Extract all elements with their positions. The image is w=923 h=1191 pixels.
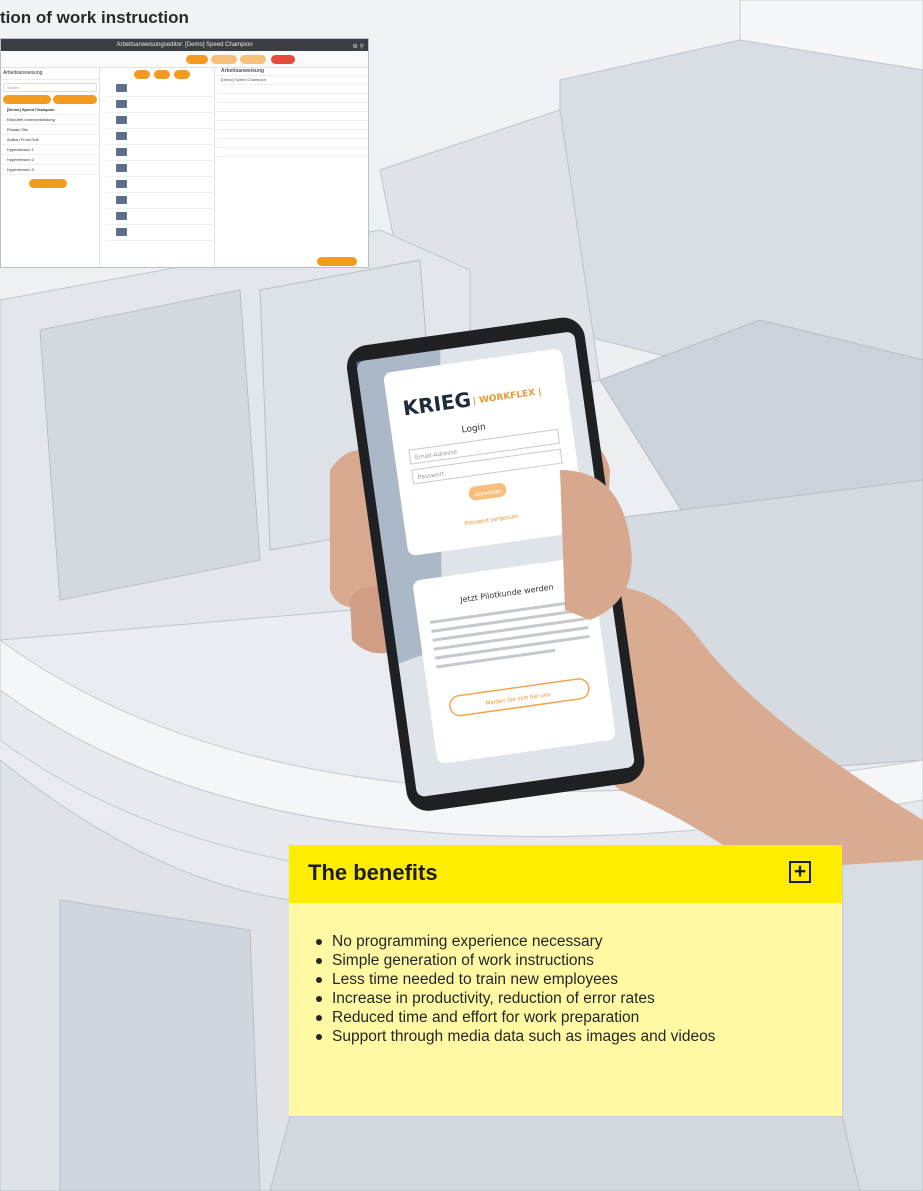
step-thumbnail [116,196,127,204]
tree-item[interactable]: Hypertension 2 [1,155,99,165]
properties-field[interactable]: [Demo] Speed Champion [217,76,368,85]
tree-header: Arbeitsanweisung [1,67,99,80]
tree-item[interactable]: [Demo] Speed Champion [1,105,99,115]
editor-title-bar: Arbeitsanweisungseditor: [Demo] Speed Ch… [1,39,368,51]
list-item: Less time needed to train new employees [316,970,715,989]
step-card[interactable] [106,161,214,177]
benefits-header[interactable]: The benefits + [289,845,842,903]
steps-filter-button[interactable] [174,70,190,79]
properties-field[interactable] [217,94,368,103]
properties-field[interactable] [217,130,368,139]
step-card[interactable] [106,225,214,241]
step-card[interactable] [106,97,214,113]
tree-action-button[interactable] [53,95,97,104]
support-chat-button[interactable] [317,257,357,266]
step-card[interactable] [106,145,214,161]
list-item: Simple generation of work instructions [316,951,715,970]
work-instruction-editor-screenshot: Arbeitsanweisungseditor: [Demo] Speed Ch… [0,38,369,268]
editor-title: Arbeitsanweisungseditor: [Demo] Speed Ch… [116,42,253,48]
tree-item[interactable]: Hypertension 1 [1,145,99,155]
toolbar-pill[interactable] [186,55,208,64]
step-thumbnail [116,212,127,220]
properties-field[interactable] [217,103,368,112]
step-thumbnail [116,84,127,92]
step-card[interactable] [106,209,214,225]
properties-field[interactable] [217,121,368,130]
properties-field[interactable] [217,139,368,148]
toolbar-pill[interactable] [240,55,266,64]
editor-toolbar [1,51,368,68]
benefits-panel: The benefits + No programming experience… [289,845,842,1116]
step-thumbnail [116,164,127,172]
step-thumbnail [116,228,127,236]
list-item: Reduced time and effort for work prepara… [316,1008,715,1027]
steps-filter-button[interactable] [154,70,170,79]
tree-item[interactable]: Hypertension 3 [1,165,99,175]
editor-steps-panel [106,67,215,267]
step-card[interactable] [106,81,214,97]
editor-tree-panel: Arbeitsanweisung Suche [Demo] Speed Cham… [1,67,100,267]
tree-action-button[interactable] [3,95,51,104]
add-step-button[interactable] [29,179,67,188]
steps-filter-button[interactable] [134,70,150,79]
properties-field[interactable] [217,112,368,121]
list-item: Support through media data such as image… [316,1027,715,1046]
step-card[interactable] [106,193,214,209]
step-thumbnail [116,132,127,140]
benefits-list: No programming experience necessary Simp… [316,932,715,1046]
step-card[interactable] [106,129,214,145]
section-caption: tion of work instruction [0,8,189,27]
step-card[interactable] [106,113,214,129]
list-item: No programming experience necessary [316,932,715,951]
tree-item[interactable]: Eiswürfel Innenverkleidung [1,115,99,125]
expand-plus-icon[interactable]: + [789,861,811,883]
properties-field[interactable] [217,85,368,94]
benefits-title: The benefits [308,860,438,885]
toolbar-pill[interactable] [271,55,295,64]
tree-item[interactable]: Aufbau Front Grill [1,135,99,145]
list-item: Increase in productivity, reduction of e… [316,989,715,1008]
editor-properties-panel: Arbeitsanweisung [Demo] Speed Champion [217,67,368,267]
step-thumbnail [116,116,127,124]
properties-header: Arbeitsanweisung [217,67,368,76]
tree-search-input[interactable]: Suche [3,83,97,92]
step-thumbnail [116,100,127,108]
step-thumbnail [116,180,127,188]
toolbar-pill[interactable] [211,55,237,64]
properties-field[interactable] [217,148,368,157]
step-card[interactable] [106,177,214,193]
step-thumbnail [116,148,127,156]
tree-item[interactable]: Einsatz Sitz [1,125,99,135]
